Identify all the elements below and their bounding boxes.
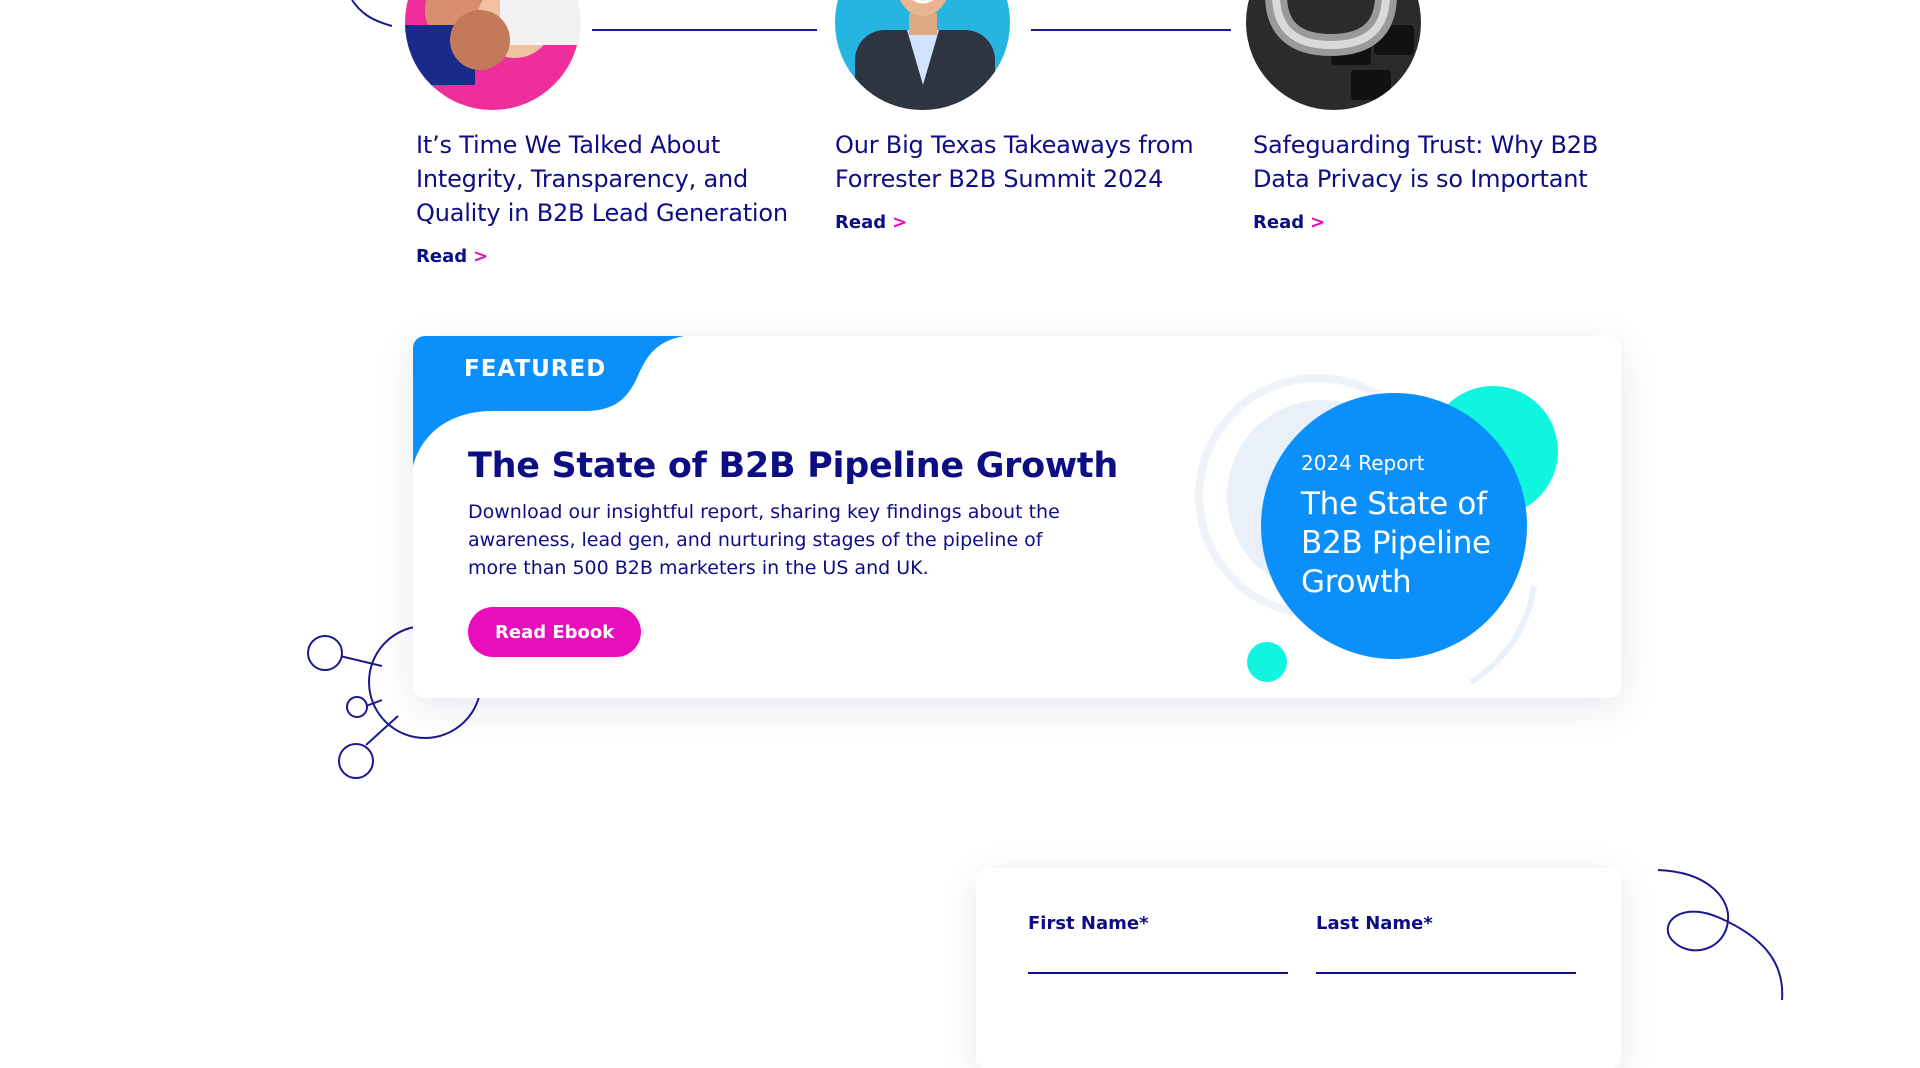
- portrait-image: [835, 0, 1010, 110]
- article-thumbnail-speaker-portrait[interactable]: [835, 0, 1010, 110]
- decorative-swirl-top: [351, 0, 393, 27]
- chevron-right-icon: >: [473, 246, 489, 267]
- read-link-label: Read: [1253, 212, 1305, 233]
- chevron-right-icon: >: [1310, 212, 1326, 233]
- timeline-connector: [592, 29, 817, 31]
- last-name-field-group: Last Name*: [1316, 913, 1576, 974]
- last-name-input[interactable]: [1316, 938, 1576, 974]
- decorative-squiggle-bottom: [1657, 869, 1784, 1000]
- featured-report-card: FEATURED The State of B2B Pipeline Growt…: [413, 336, 1621, 698]
- padlock-image: [1246, 0, 1421, 110]
- article-thumbnail-teamwork-hands[interactable]: [405, 0, 580, 110]
- featured-label: FEATURED: [464, 356, 607, 382]
- read-article-link[interactable]: Read >: [835, 212, 907, 233]
- read-ebook-button[interactable]: Read Ebook: [468, 607, 642, 657]
- article-thumbnail-padlock-keyboard[interactable]: [1246, 0, 1421, 110]
- read-link-label: Read: [835, 212, 887, 233]
- featured-description: Download our insightful report, sharing …: [468, 501, 1060, 579]
- featured-title: The State of B2B Pipeline Growth: [468, 446, 1118, 486]
- read-article-link[interactable]: Read >: [416, 246, 488, 267]
- article-title[interactable]: Safeguarding Trust: Why B2B Data Privacy…: [1253, 128, 1643, 196]
- read-article-link[interactable]: Read >: [1253, 212, 1325, 233]
- timeline-connector: [1031, 29, 1231, 31]
- first-name-field-group: First Name*: [1028, 913, 1288, 974]
- first-name-input[interactable]: [1028, 938, 1288, 974]
- report-cover-circle[interactable]: 2024 Report The State of B2B Pipeline Gr…: [1261, 393, 1527, 659]
- last-name-label: Last Name*: [1316, 913, 1433, 934]
- hands-image: [405, 0, 580, 110]
- article-title[interactable]: Our Big Texas Takeaways from Forrester B…: [835, 128, 1225, 196]
- article-title[interactable]: It’s Time We Talked About Integrity, Tra…: [416, 128, 806, 230]
- first-name-label: First Name*: [1028, 913, 1149, 934]
- read-link-label: Read: [416, 246, 468, 267]
- report-kicker: 2024 Report: [1301, 451, 1425, 475]
- report-cover-title: The State of B2B Pipeline Growth: [1301, 486, 1491, 600]
- contact-form: First Name* Last Name*: [976, 868, 1621, 1068]
- chevron-right-icon: >: [892, 212, 908, 233]
